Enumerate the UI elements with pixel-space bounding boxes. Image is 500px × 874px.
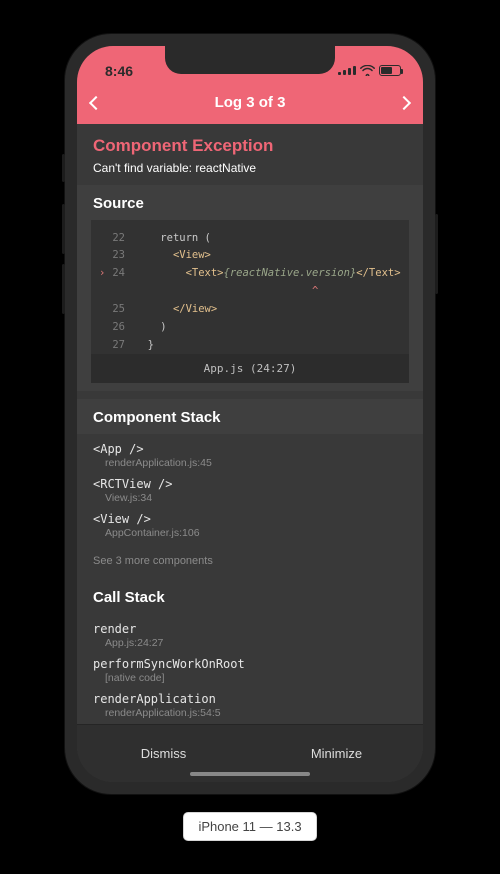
cellular-signal-icon [338,66,356,75]
stack-frame[interactable]: <App />renderApplication.js:45 [93,438,407,473]
prev-log-button[interactable] [89,95,103,109]
wifi-icon [360,65,375,76]
phone-frame: 8:46 Log 3 of 3 Component Exception Can'… [65,34,435,794]
error-content[interactable]: Component Exception Can't find variable:… [77,124,423,724]
power-button [435,214,438,294]
source-section: 22 return (23 <View>24 <Text>{reactNativ… [77,220,423,392]
see-more-components[interactable]: See 3 more components [77,551,423,575]
component-stack-list: <App />renderApplication.js:45<RCTView /… [77,434,423,551]
stack-frame[interactable]: <View />AppContainer.js:106 [93,508,407,543]
source-code-block: 22 return (23 <View>24 <Text>{reactNativ… [91,220,409,355]
source-section-title: Source [77,185,423,220]
notch [165,46,335,74]
device-label: iPhone 11 — 13.3 [183,812,316,841]
mute-switch [62,154,65,182]
call-stack-title: Call Stack [77,579,423,614]
call-stack-list: renderApp.js:24:27performSyncWorkOnRoot[… [77,614,423,723]
stack-frame[interactable]: performSyncWorkOnRoot[native code] [93,653,407,688]
volume-down-button [62,264,65,314]
battery-icon [379,65,401,76]
error-message: Can't find variable: reactNative [93,161,407,175]
status-time: 8:46 [105,63,133,79]
volume-up-button [62,204,65,254]
error-title: Component Exception [93,136,407,156]
stack-frame[interactable]: renderApplicationrenderApplication.js:54… [93,688,407,723]
log-nav-header: Log 3 of 3 [77,86,423,124]
log-nav-title: Log 3 of 3 [215,94,286,111]
component-stack-title: Component Stack [77,399,423,434]
next-log-button[interactable] [397,95,411,109]
home-indicator[interactable] [190,772,310,776]
stack-frame[interactable]: renderApp.js:24:27 [93,618,407,653]
screen: 8:46 Log 3 of 3 Component Exception Can'… [77,46,423,782]
stack-frame[interactable]: <RCTView />View.js:34 [93,473,407,508]
status-right [338,65,401,76]
source-file-location: App.js (24:27) [91,354,409,383]
error-header: Component Exception Can't find variable:… [77,124,423,185]
